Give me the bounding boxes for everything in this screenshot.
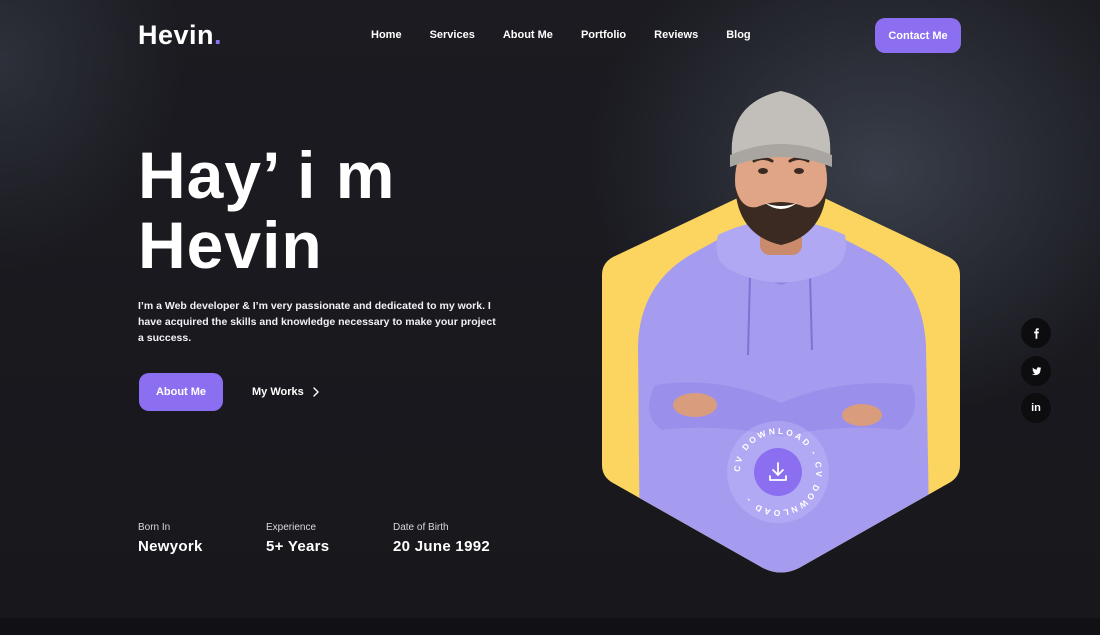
nav-home[interactable]: Home bbox=[371, 29, 402, 41]
linkedin-button[interactable]: in bbox=[1021, 393, 1051, 423]
facebook-icon bbox=[1033, 327, 1039, 339]
chevron-right-icon bbox=[313, 387, 319, 397]
brand-dot: . bbox=[214, 20, 223, 50]
linkedin-icon: in bbox=[1031, 402, 1041, 414]
brand-logo[interactable]: Hevin. bbox=[138, 20, 222, 51]
nav-about-me[interactable]: About Me bbox=[503, 29, 553, 41]
stat-value: 5+ Years bbox=[266, 538, 330, 555]
my-works-link[interactable]: My Works bbox=[252, 386, 320, 398]
stat-experience: Experience 5+ Years bbox=[266, 522, 329, 555]
nav-portfolio[interactable]: Portfolio bbox=[581, 29, 626, 41]
stat-label: Born In bbox=[138, 522, 171, 533]
hero-title-line1: Hay’ i m bbox=[138, 138, 396, 212]
twitter-button[interactable] bbox=[1021, 356, 1051, 386]
main-nav: Home Services About Me Portfolio Reviews… bbox=[371, 29, 751, 41]
contact-me-button[interactable]: Contact Me bbox=[875, 18, 961, 53]
cv-download-badge[interactable]: CV DOWNLOAD - CV DOWNLOAD - bbox=[726, 420, 830, 524]
my-works-label: My Works bbox=[252, 386, 304, 398]
stat-date-of-birth: Date of Birth 20 June 1992 bbox=[393, 522, 490, 555]
stat-label: Experience bbox=[266, 522, 317, 533]
hero-title: Hay’ i m Hevin bbox=[138, 140, 395, 280]
section-divider bbox=[0, 618, 1100, 635]
hero-description: I’m a Web developer & I’m very passionat… bbox=[138, 300, 496, 344]
twitter-icon bbox=[1031, 366, 1042, 375]
stat-value: 20 June 1992 bbox=[393, 538, 490, 555]
stat-label: Date of Birth bbox=[393, 522, 449, 533]
facebook-button[interactable] bbox=[1021, 318, 1051, 348]
hero-title-line2: Hevin bbox=[138, 208, 323, 282]
brand-name: Hevin bbox=[138, 20, 215, 50]
stat-born-in: Born In Newyork bbox=[138, 522, 203, 555]
nav-blog[interactable]: Blog bbox=[726, 29, 750, 41]
stat-value: Newyork bbox=[138, 538, 203, 555]
about-me-button[interactable]: About Me bbox=[139, 373, 223, 411]
nav-services[interactable]: Services bbox=[430, 29, 475, 41]
nav-reviews[interactable]: Reviews bbox=[654, 29, 698, 41]
